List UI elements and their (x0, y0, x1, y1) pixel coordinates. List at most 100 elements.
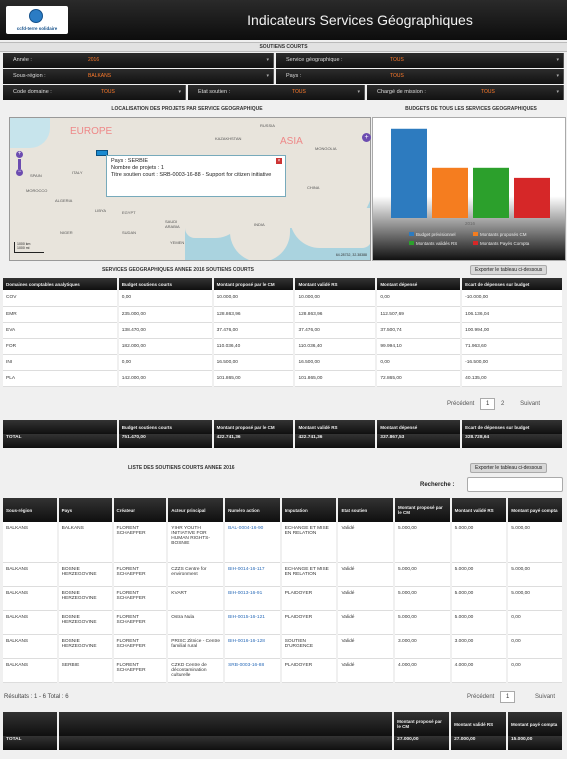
action-link[interactable]: SRB-0003-16-88 (224, 658, 282, 683)
table-cell: 37.476,00 (212, 322, 296, 339)
total-row: TOTAL 751.470,00 422.741,36 422.741,36 337.8… (3, 434, 564, 448)
table-cell: -10.000,00 (461, 290, 564, 307)
total-row: TOTAL 27.000,00 27.000,00 15.000,00 (3, 736, 564, 750)
total-cell: 328.728,64 (461, 434, 564, 448)
header-cell[interactable]: Budget soutiens courts (117, 278, 214, 290)
header-cell[interactable]: Domaines comptables analytiques (3, 278, 119, 290)
app-header: ccfd-terre solidaire Indicateurs Service… (0, 0, 567, 40)
map-label-india: INDIA (254, 222, 265, 227)
header-cell[interactable]: Montant dépensé (376, 278, 463, 290)
filter-charge[interactable]: Chargé de mission : TOUS ▾ (367, 85, 564, 100)
filter-value: TOUS (292, 89, 306, 95)
zoom-in-icon[interactable]: + (16, 151, 23, 158)
header-cell[interactable]: Imputation (280, 498, 339, 522)
page-current[interactable]: 1 (500, 691, 516, 703)
header-cell[interactable]: Montant validé RS (450, 498, 509, 522)
page-2-button[interactable]: 2 (501, 401, 504, 407)
table-cell: BALKANS (3, 658, 59, 683)
export-button[interactable]: Exporter le tableau ci-dessous (470, 463, 548, 473)
table-row: COV 0,00 10.000,00 10.000,00 0,00 -10.000,00 (3, 290, 564, 307)
legend-label[interactable]: Montants proposés CM (480, 232, 527, 237)
table-cell: 5.000,00 (507, 562, 564, 587)
filter-service[interactable]: Service géographique : TOUS ▾ (276, 53, 564, 68)
table-cell: PLAIDOYER (280, 610, 339, 635)
table-cell: 3.000,00 (394, 634, 452, 659)
filter-code-domaine[interactable]: Code domaine : TOUS ▾ (3, 85, 186, 100)
action-link[interactable]: BIH-0015-16-121 (224, 610, 282, 635)
table-cell: 0,00 (507, 658, 564, 683)
table-cell: 5.000,00 (394, 562, 452, 587)
header-cell[interactable]: Montant proposé par le CM (394, 498, 452, 522)
table-cell: SERBIE (57, 658, 114, 683)
table-cell: 5.000,00 (450, 522, 509, 563)
export-button[interactable]: Exporter le tableau ci-dessous (470, 265, 548, 275)
table-cell: ECHANGE ET MISE EN RELATION (280, 522, 339, 563)
header-cell[interactable]: Ecart de dépenses sur budget (461, 278, 564, 290)
layer-switcher-icon[interactable]: + (362, 133, 371, 142)
filter-pays[interactable]: Pays : TOUS ▾ (276, 69, 564, 84)
action-link[interactable]: BIH-0014-16-117 (224, 562, 282, 587)
header-cell[interactable]: Montant proposé par le CM (212, 278, 296, 290)
filter-etat[interactable]: Etat soutien : TOUS ▾ (188, 85, 365, 100)
filter-value: 2016 (88, 57, 100, 63)
close-icon[interactable]: × (276, 158, 282, 164)
table-cell: -16.500,00 (461, 354, 564, 371)
prev-button[interactable]: Précédent (447, 401, 474, 407)
header-cell[interactable]: Acteur principal (167, 498, 226, 522)
bar-3[interactable] (514, 177, 550, 218)
filter-label: Pays : (286, 73, 302, 79)
table-cell: FLORENT SCHAEFFER (112, 586, 169, 611)
bar-0[interactable] (391, 128, 427, 218)
header-cell[interactable]: Numéro action (224, 498, 282, 522)
action-link[interactable]: BIH-0013-16-91 (224, 586, 282, 611)
filter-annee[interactable]: Année : 2016 ▾ (3, 53, 274, 68)
header-cell[interactable]: Montant payé compta (507, 498, 564, 522)
chart-title: BUDGETS DE TOUS LES SERVICES GEOGRAPHIQU… (405, 106, 537, 112)
map-label-saudi: SAUDI ARABIA (165, 219, 180, 229)
header-cell[interactable]: Pays (57, 498, 114, 522)
legend-swatch (409, 241, 414, 245)
table-cell: 99.994,10 (376, 338, 463, 355)
search-input[interactable] (467, 477, 563, 492)
action-link[interactable]: BAL-0004-16-90 (224, 522, 282, 563)
legend-label[interactable]: Montants validés RS (416, 241, 457, 246)
table-cell: Validé (337, 562, 396, 587)
legend-label[interactable]: Budget prévisionnel (416, 232, 456, 237)
legend-label[interactable]: Montants Payés Compta (480, 241, 530, 246)
table-cell: 5.000,00 (450, 562, 509, 587)
header-cell[interactable]: Montant validé RS (294, 278, 378, 290)
bar-1[interactable] (432, 167, 468, 218)
header-cell[interactable]: Sous-région (3, 498, 59, 522)
header-cell: Montant proposé par le CM (212, 420, 296, 434)
legend-swatch (473, 232, 478, 236)
table-cell: INI (3, 354, 119, 371)
zoom-out-icon[interactable]: − (16, 169, 23, 176)
zoom-slider[interactable] (18, 159, 21, 169)
total-cell: 27.000,00 (450, 736, 509, 750)
prev-button[interactable]: Précédent (467, 694, 494, 700)
header-cell[interactable]: Etat soutien (337, 498, 396, 522)
action-link[interactable]: BIH-0016-16-128 (224, 634, 282, 659)
globe-icon (29, 9, 43, 23)
table-cell: BALKANS (3, 522, 59, 563)
filter-label: Chargé de mission : (377, 89, 426, 95)
popup-line: Pays : SERBIE (111, 158, 148, 164)
table-cell: BALKANS (3, 634, 59, 659)
logo-text: ccfd-terre solidaire (16, 26, 58, 31)
table-cell: BALKANS (57, 522, 114, 563)
bar-2[interactable] (473, 167, 509, 218)
table-cell: 142.000,00 (117, 370, 214, 387)
filters-panel: Année : 2016 ▾ Service géographique : TO… (0, 53, 567, 101)
chevron-down-icon: ▾ (556, 89, 559, 95)
table-cell: 0,00 (117, 354, 214, 371)
filter-value: TOUS (390, 73, 404, 79)
header-cell: Budget soutiens courts (117, 420, 214, 434)
next-button[interactable]: Suivant (520, 401, 540, 407)
table-cell: 101.865,00 (212, 370, 296, 387)
map-coords: 64.28732, 32.38388 (335, 253, 367, 257)
next-button[interactable]: Suivant (535, 694, 555, 700)
filter-sousregion[interactable]: Sous-région : BALKANS ▾ (3, 69, 274, 84)
page-current[interactable]: 1 (480, 398, 496, 410)
table-cell: FLORENT SCHAEFFER (112, 634, 169, 659)
header-cell[interactable]: Créateur (112, 498, 169, 522)
